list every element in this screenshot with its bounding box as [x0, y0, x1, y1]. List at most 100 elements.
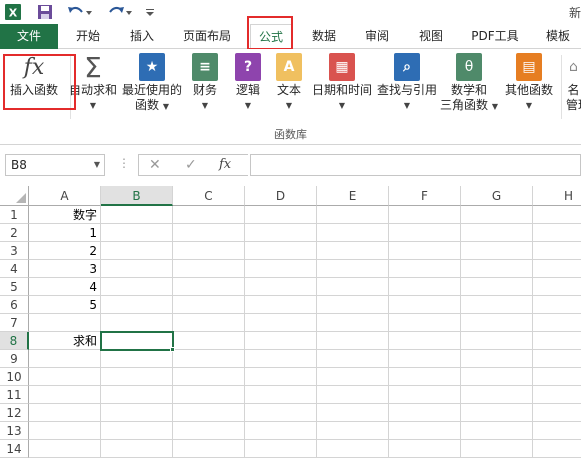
cell-f8[interactable] [389, 332, 461, 350]
cell-b12[interactable] [101, 404, 173, 422]
cell-a12[interactable] [29, 404, 101, 422]
cell-d13[interactable] [245, 422, 317, 440]
cell-c10[interactable] [173, 368, 245, 386]
column-header-b[interactable]: B [101, 186, 173, 206]
undo-icon[interactable] [66, 3, 92, 21]
cell-g11[interactable] [461, 386, 533, 404]
cell-h3[interactable] [533, 242, 581, 260]
text-button[interactable]: A 文本 ▼ [272, 53, 306, 113]
cell-h4[interactable] [533, 260, 581, 278]
cell-h6[interactable] [533, 296, 581, 314]
cell-f2[interactable] [389, 224, 461, 242]
cell-g8[interactable] [461, 332, 533, 350]
cell-e1[interactable] [317, 206, 389, 224]
cell-c9[interactable] [173, 350, 245, 368]
select-all-corner[interactable] [0, 186, 29, 206]
cell-f10[interactable] [389, 368, 461, 386]
column-header-f[interactable]: F [389, 186, 461, 206]
cell-g9[interactable] [461, 350, 533, 368]
column-header-c[interactable]: C [173, 186, 245, 206]
cell-d14[interactable] [245, 440, 317, 458]
cell-b6[interactable] [101, 296, 173, 314]
cell-f1[interactable] [389, 206, 461, 224]
redo-icon[interactable] [106, 3, 132, 21]
row-header-9[interactable]: 9 [0, 350, 29, 368]
column-header-a[interactable]: A [29, 186, 101, 206]
cell-h12[interactable] [533, 404, 581, 422]
column-header-e[interactable]: E [317, 186, 389, 206]
cell-e3[interactable] [317, 242, 389, 260]
tab-view[interactable]: 视图 [408, 24, 454, 49]
name-box[interactable]: B8 ▼ [5, 154, 105, 176]
cell-d4[interactable] [245, 260, 317, 278]
cell-d6[interactable] [245, 296, 317, 314]
cell-a2[interactable]: 1 [29, 224, 101, 242]
tab-file[interactable]: 文件 [0, 24, 58, 49]
cell-a1[interactable]: 数字 [29, 206, 101, 224]
cell-e14[interactable] [317, 440, 389, 458]
cell-h1[interactable] [533, 206, 581, 224]
cell-g4[interactable] [461, 260, 533, 278]
cell-h8[interactable] [533, 332, 581, 350]
cell-a10[interactable] [29, 368, 101, 386]
cell-f13[interactable] [389, 422, 461, 440]
cell-b10[interactable] [101, 368, 173, 386]
cell-g2[interactable] [461, 224, 533, 242]
cell-b9[interactable] [101, 350, 173, 368]
cell-c13[interactable] [173, 422, 245, 440]
cell-a3[interactable]: 2 [29, 242, 101, 260]
cell-d8[interactable] [245, 332, 317, 350]
lookup-button[interactable]: ⌕ 查找与引用 ▼ [376, 53, 438, 113]
cell-f6[interactable] [389, 296, 461, 314]
cell-h5[interactable] [533, 278, 581, 296]
cell-c3[interactable] [173, 242, 245, 260]
cell-a5[interactable]: 4 [29, 278, 101, 296]
cell-c7[interactable] [173, 314, 245, 332]
tab-home[interactable]: 开始 [64, 24, 112, 49]
row-header-13[interactable]: 13 [0, 422, 29, 440]
cell-c11[interactable] [173, 386, 245, 404]
customize-qat-icon[interactable] [144, 3, 156, 21]
cell-e11[interactable] [317, 386, 389, 404]
cell-a8[interactable]: 求和 [29, 332, 101, 350]
cell-d7[interactable] [245, 314, 317, 332]
formula-bar-grip-icon[interactable]: ⋮ [118, 156, 130, 170]
cell-g14[interactable] [461, 440, 533, 458]
cell-f14[interactable] [389, 440, 461, 458]
row-header-10[interactable]: 10 [0, 368, 29, 386]
cell-h14[interactable] [533, 440, 581, 458]
column-header-g[interactable]: G [461, 186, 533, 206]
column-header-h[interactable]: H [533, 186, 581, 206]
cell-g3[interactable] [461, 242, 533, 260]
cell-c4[interactable] [173, 260, 245, 278]
cell-c12[interactable] [173, 404, 245, 422]
cell-h13[interactable] [533, 422, 581, 440]
row-header-2[interactable]: 2 [0, 224, 29, 242]
cell-c8[interactable] [173, 332, 245, 350]
recent-functions-button[interactable]: ★ 最近使用的 函数 ▼ [120, 53, 184, 114]
cell-h11[interactable] [533, 386, 581, 404]
cell-e12[interactable] [317, 404, 389, 422]
cell-e7[interactable] [317, 314, 389, 332]
tab-page-layout[interactable]: 页面布局 [172, 24, 242, 49]
cell-b11[interactable] [101, 386, 173, 404]
cell-c1[interactable] [173, 206, 245, 224]
cell-b14[interactable] [101, 440, 173, 458]
cell-g5[interactable] [461, 278, 533, 296]
cell-f3[interactable] [389, 242, 461, 260]
cancel-icon[interactable]: ✕ [149, 155, 161, 175]
row-header-12[interactable]: 12 [0, 404, 29, 422]
tab-pdf-tools[interactable]: PDF工具 [462, 24, 528, 49]
cell-g1[interactable] [461, 206, 533, 224]
cell-g10[interactable] [461, 368, 533, 386]
cell-d2[interactable] [245, 224, 317, 242]
enter-icon[interactable]: ✓ [185, 155, 197, 175]
cell-e2[interactable] [317, 224, 389, 242]
cell-h10[interactable] [533, 368, 581, 386]
row-header-8[interactable]: 8 [0, 332, 29, 350]
cell-a13[interactable] [29, 422, 101, 440]
cell-e10[interactable] [317, 368, 389, 386]
cell-a6[interactable]: 5 [29, 296, 101, 314]
tab-data[interactable]: 数据 [302, 24, 346, 49]
cell-f5[interactable] [389, 278, 461, 296]
